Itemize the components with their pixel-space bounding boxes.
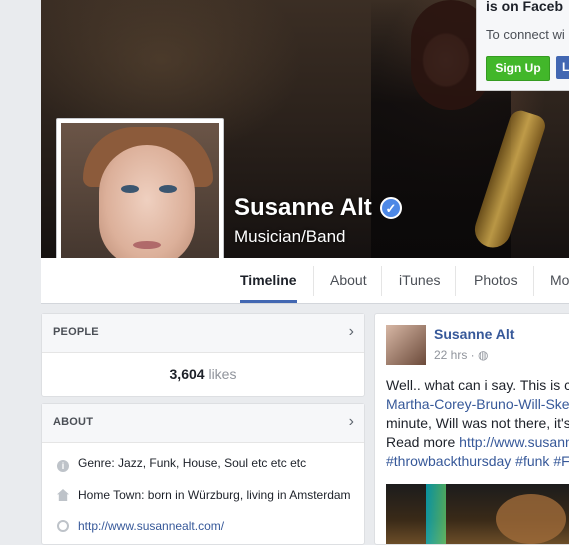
page-category: Musician/Band [234,227,346,246]
tab-about[interactable]: About [330,258,367,303]
home-icon [57,489,69,501]
post-media[interactable] [386,484,569,544]
signup-button[interactable]: Sign Up [486,56,550,81]
about-card: ABOUT › i Genre: Jazz, Funk, House, Soul … [41,403,365,545]
timeline-post: Susanne Alt 22 hrs · ◍ Well.. what can i… [374,313,569,545]
popup-text: To connect wi [486,27,565,42]
avatar[interactable] [386,325,426,365]
about-hometown: Home Town: born in Würzburg, living in A… [57,488,351,502]
popup-title: is on Faceb [486,0,564,14]
people-header[interactable]: PEOPLE › [42,314,364,353]
about-website: http://www.susannealt.com/ [57,519,224,533]
tab-bar: Timeline About iTunes Photos Mo [41,258,569,304]
post-author[interactable]: Susanne Alt [434,326,514,342]
post-body: Well.. what can i say. This is c Martha-… [386,376,569,471]
chevron-right-icon[interactable]: › [349,323,354,341]
page-name[interactable]: Susanne Alt [234,194,372,222]
likes-label: likes [208,366,237,382]
verified-checkmark-icon: ✓ [380,197,402,219]
post-time[interactable]: 22 hrs · ◍ [434,348,489,362]
likes-summary[interactable]: 3,604 likes [42,366,364,382]
globe-icon [57,520,69,532]
website-link[interactable]: http://www.susannealt.com/ [78,519,224,533]
tab-photos[interactable]: Photos [474,258,518,303]
post-link[interactable]: http://www.susann [459,434,569,450]
about-title: ABOUT [53,416,94,428]
globe-icon: ◍ [478,348,489,362]
about-genre: i Genre: Jazz, Funk, House, Soul etc etc … [57,456,306,472]
tab-itunes[interactable]: iTunes [399,258,441,303]
chevron-right-icon[interactable]: › [349,413,354,431]
login-button[interactable]: L [556,56,569,79]
signup-popup: is on Faceb To connect wi Sign Up L [476,0,569,91]
tab-more[interactable]: Mo [550,258,569,303]
info-icon: i [57,460,69,472]
people-card: PEOPLE › 3,604 likes [41,313,365,397]
about-header[interactable]: ABOUT › [42,404,364,443]
read-more-label[interactable]: Read more [386,434,459,450]
post-hashtags[interactable]: #throwbackthursday #funk #F [386,452,569,471]
tab-timeline[interactable]: Timeline [240,258,297,303]
people-title: PEOPLE [53,326,99,338]
likes-count: 3,604 [169,366,205,382]
